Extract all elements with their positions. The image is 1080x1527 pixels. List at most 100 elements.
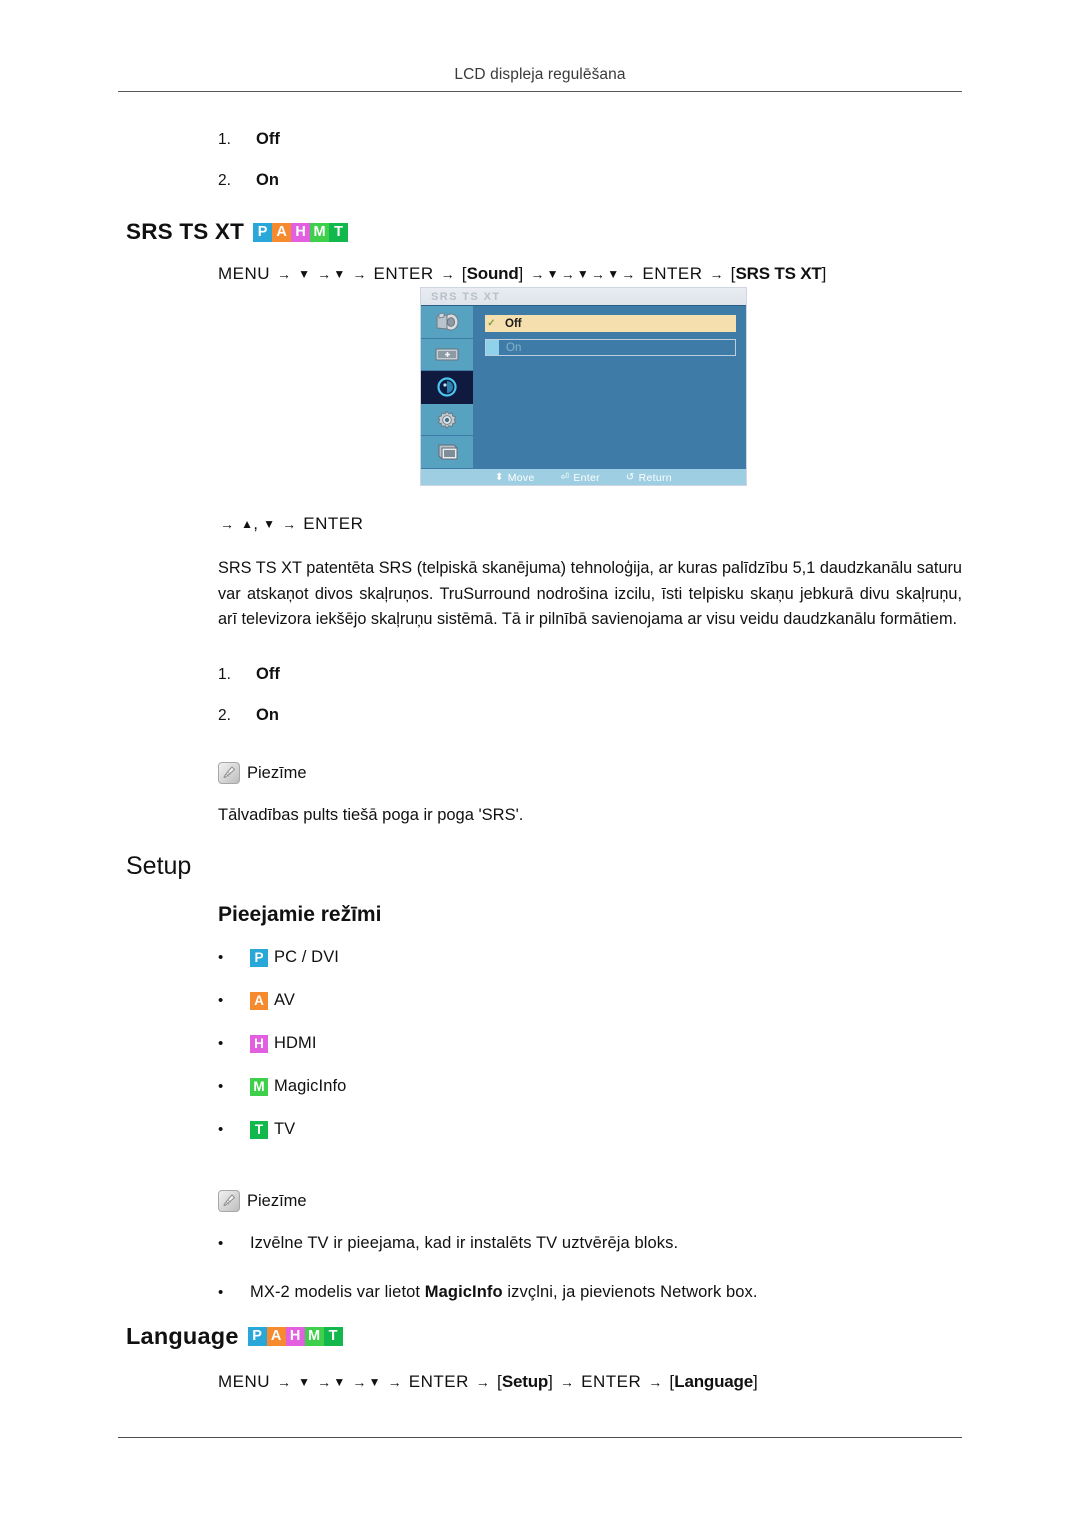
- note-icon: [218, 762, 240, 784]
- top-option-list: 1. Off 2. On: [218, 130, 280, 212]
- osd-footer-return: ↺ Return: [626, 472, 672, 484]
- document-page: LCD displeja regulēšana 1. Off 2. On SRS…: [0, 0, 1080, 1527]
- mode-label: AV: [274, 991, 295, 1009]
- arrow-icon: →: [709, 266, 724, 282]
- osd-sidebar-item-image[interactable]: [421, 339, 473, 372]
- down-arrow-icon: ▼: [368, 1375, 381, 1389]
- heading-pieejamie-rezimi: Pieejamie režīmi: [218, 903, 382, 926]
- enter-icon: ⏎: [560, 472, 570, 483]
- heading-text: Language: [126, 1323, 239, 1349]
- list-number: 2.: [218, 707, 231, 724]
- arrow-icon: →: [282, 516, 297, 532]
- picture-icon: [436, 312, 459, 331]
- list-item: • M MagicInfo: [218, 1077, 346, 1096]
- arrow-icon: →: [277, 266, 292, 282]
- osd-title: SRS TS XT: [421, 288, 746, 306]
- arrow-icon: →: [220, 516, 235, 532]
- move-icon: ⬍: [495, 472, 504, 483]
- osd-footer-label: Return: [638, 471, 672, 484]
- badge-a-icon: A: [272, 222, 292, 242]
- note-text-pre: MX-2 modelis var lietot: [250, 1283, 425, 1301]
- list-item: 2. On: [218, 171, 280, 190]
- heading-setup: Setup: [126, 852, 192, 880]
- osd-footer-enter: ⏎ Enter: [561, 472, 600, 484]
- list-label: On: [256, 706, 279, 724]
- osd-option-list: ✓ Off On: [475, 306, 746, 469]
- list-number: 2.: [218, 172, 231, 189]
- badge-a-icon: A: [250, 991, 268, 1010]
- badge-m-icon: M: [310, 222, 330, 242]
- list-item: • P PC / DVI: [218, 948, 346, 967]
- check-icon: ✓: [487, 318, 496, 329]
- enter-keyword: ENTER: [408, 1372, 469, 1391]
- menu-token-srs: SRS TS XT: [735, 264, 822, 283]
- menu-keyword: MENU: [218, 264, 271, 283]
- down-arrow-icon: ▼: [607, 267, 620, 281]
- image-icon: [435, 348, 459, 361]
- arrow-icon: →: [440, 266, 455, 282]
- multi-control-icon: [438, 444, 458, 460]
- osd-row-label: On: [506, 341, 522, 354]
- note-text: Izvēlne TV ir pieejama, kad ir instalēts…: [250, 1234, 679, 1252]
- down-arrow-icon: ▼: [576, 267, 589, 281]
- osd-footer-move: ⬍ Move: [495, 472, 535, 484]
- list-label: Off: [256, 665, 280, 683]
- note-text-srs: Tālvadības pults tiešā poga ir poga 'SRS…: [218, 806, 524, 824]
- menu-token-setup: Setup: [501, 1372, 549, 1391]
- enter-keyword: ENTER: [303, 514, 364, 533]
- osd-row-off[interactable]: ✓ Off: [485, 315, 736, 332]
- list-item: 1. Off: [218, 665, 280, 684]
- mode-badges: P A H M T: [247, 1327, 343, 1346]
- list-number: 1.: [218, 131, 231, 148]
- badge-p-icon: P: [250, 948, 268, 967]
- available-modes-list: • P PC / DVI • A AV • H HDMI • M MagicIn…: [218, 948, 346, 1163]
- list-item: • MX-2 modelis var lietot MagicInfo izvç…: [218, 1283, 758, 1302]
- list-item: 1. Off: [218, 130, 280, 149]
- list-label: Off: [256, 130, 280, 148]
- heading-text: SRS TS XT: [126, 219, 245, 244]
- up-arrow-icon: ▲: [241, 517, 254, 531]
- mode-label: HDMI: [274, 1034, 317, 1052]
- bullet-icon: •: [218, 1284, 224, 1301]
- menu-token-sound: Sound: [466, 264, 519, 283]
- mode-label: PC / DVI: [274, 948, 339, 966]
- badge-h-icon: H: [285, 1327, 305, 1346]
- return-icon: ↺: [625, 472, 635, 483]
- arrow-icon: →: [648, 1374, 663, 1390]
- osd-sidebar-item-setup[interactable]: [421, 404, 473, 437]
- srs-option-list: 1. Off 2. On: [218, 665, 280, 747]
- arrow-icon: →: [387, 1374, 402, 1390]
- down-arrow-icon: ▼: [333, 1375, 346, 1389]
- setup-notes-list: • Izvēlne TV ir pieejama, kad ir instalē…: [218, 1234, 758, 1326]
- note-header-setup: Piezīme: [218, 1190, 307, 1212]
- arrow-icon: →: [475, 1374, 490, 1390]
- note-text: MX-2 modelis var lietot MagicInfo izvçln…: [250, 1283, 758, 1302]
- osd-sidebar-item-picture[interactable]: [421, 306, 473, 339]
- enter-shortcut-line: → ▲, ▼ → ENTER: [218, 514, 363, 534]
- note-label: Piezīme: [247, 763, 307, 782]
- bracket-close: ]: [548, 1372, 554, 1391]
- badge-m-icon: M: [304, 1327, 324, 1346]
- arrow-icon: →: [530, 266, 545, 282]
- osd-row-on[interactable]: On: [485, 339, 736, 356]
- down-arrow-icon: ▼: [333, 267, 346, 281]
- badge-p-icon: P: [247, 1327, 267, 1346]
- comma: ,: [253, 514, 259, 533]
- bullet-icon: •: [218, 1235, 224, 1252]
- down-arrow-icon: ▼: [298, 1375, 311, 1389]
- enter-keyword: ENTER: [581, 1372, 642, 1391]
- osd-sidebar: [421, 306, 475, 469]
- osd-footer: ⬍ Move ⏎ Enter ↺ Return: [421, 469, 746, 485]
- bracket-close: ]: [752, 1372, 758, 1391]
- list-item: 2. On: [218, 706, 280, 725]
- osd-sidebar-item-sound[interactable]: [421, 371, 473, 404]
- mode-label: MagicInfo: [274, 1077, 347, 1095]
- row-marker: [486, 340, 499, 355]
- mode-badges: P A H M T: [253, 222, 349, 242]
- arrow-icon: →: [590, 266, 606, 282]
- menu-path-language: MENU → ▼ → ▼ → ▼ → ENTER → [Setup] → ENTER…: [218, 1372, 758, 1392]
- osd-sidebar-item-multi-control[interactable]: [421, 436, 473, 469]
- arrow-icon: →: [352, 266, 367, 282]
- setup-icon: [437, 410, 457, 429]
- arrow-icon: →: [621, 266, 636, 282]
